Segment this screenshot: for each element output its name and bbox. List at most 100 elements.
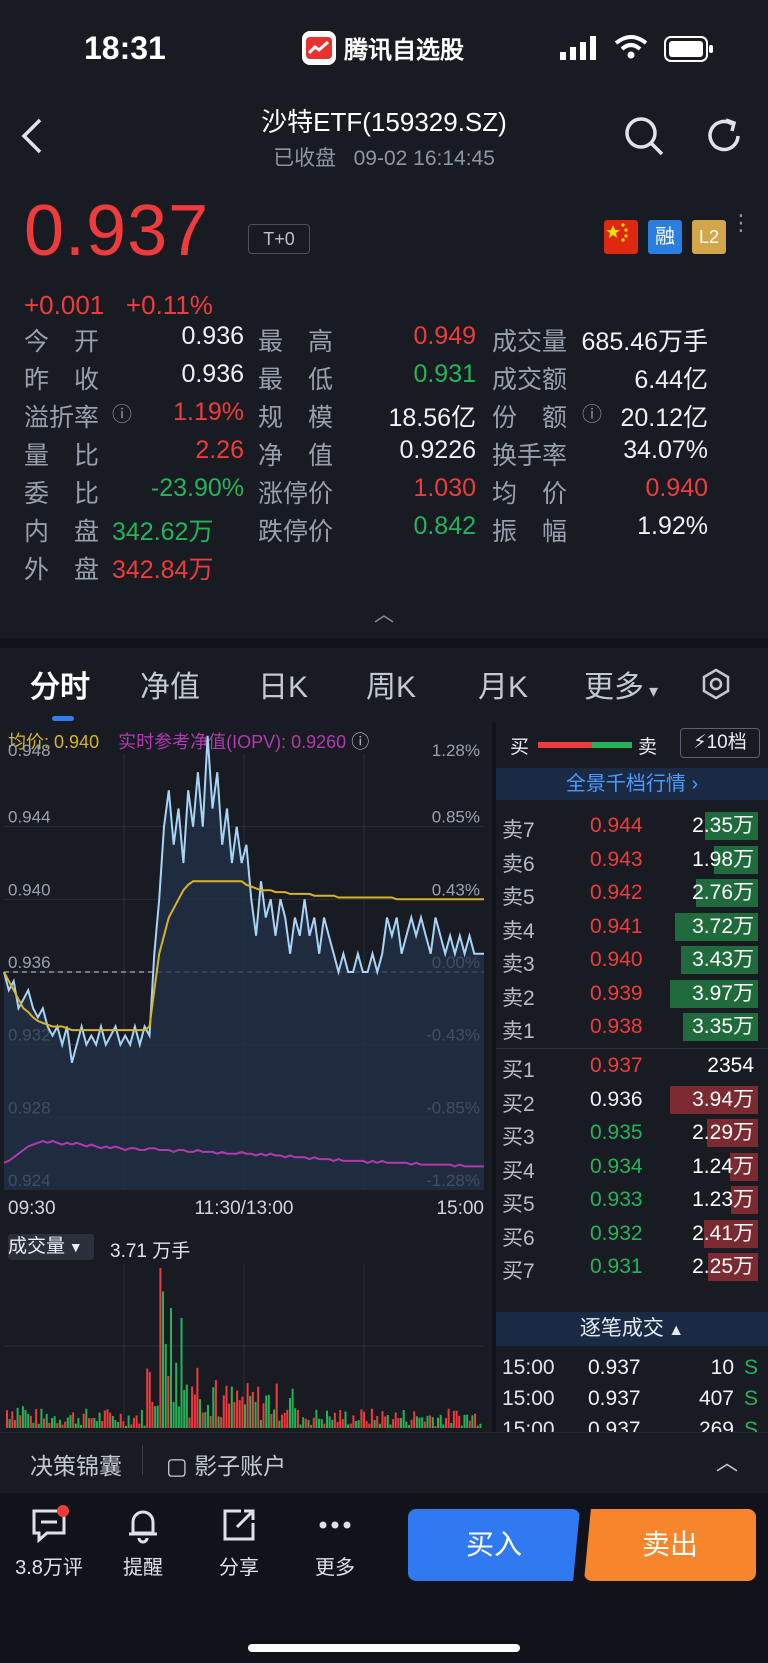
stat-label: 份 额 bbox=[492, 404, 568, 432]
l2-badge[interactable]: L2 bbox=[692, 220, 726, 254]
bid-level-row[interactable]: 买6 0.932 2.41万 bbox=[496, 1218, 768, 1252]
alert-label: 提醒 bbox=[123, 1557, 163, 1579]
more-dots-icon[interactable]: ⋮ bbox=[730, 212, 752, 234]
volume-bar bbox=[439, 1414, 442, 1428]
volume-bar bbox=[222, 1395, 225, 1428]
stat-label: 委 比 bbox=[24, 480, 100, 508]
volume-bar bbox=[56, 1423, 59, 1428]
volume-bar bbox=[468, 1420, 471, 1428]
panorama-button[interactable]: 全景千档行情 › bbox=[496, 768, 768, 800]
bid-level-row[interactable]: 买2 0.936 3.94万 bbox=[496, 1084, 768, 1118]
comments-button[interactable]: 3.8万评 bbox=[4, 1505, 94, 1580]
volume-bar bbox=[58, 1419, 61, 1428]
home-indicator[interactable] bbox=[248, 1644, 520, 1652]
tick-time: 15:00 bbox=[502, 1356, 555, 1379]
ask-level-row[interactable]: 卖1 0.938 3.35万 bbox=[496, 1011, 768, 1045]
volume-bar bbox=[106, 1409, 109, 1428]
levels-button[interactable]: ⚡10档 bbox=[680, 728, 760, 758]
more-button[interactable]: 更多 bbox=[290, 1505, 380, 1580]
buy-ratio-bar bbox=[538, 742, 592, 748]
bid-level-row[interactable]: 买1 0.937 2354 bbox=[496, 1050, 768, 1084]
level-price: 0.942 bbox=[590, 881, 643, 904]
tab-more[interactable]: 更多 ▾ bbox=[584, 662, 658, 706]
volume-bar bbox=[405, 1421, 408, 1428]
gear-icon bbox=[702, 668, 730, 700]
volume-bar bbox=[241, 1396, 244, 1428]
share-button[interactable]: 分享 bbox=[194, 1505, 284, 1580]
level-label: 卖7 bbox=[502, 819, 535, 842]
decision-kit-link[interactable]: 决策锦囊 bbox=[30, 1447, 122, 1481]
search-button[interactable] bbox=[622, 114, 666, 158]
tab-nav[interactable]: 净值 bbox=[140, 662, 200, 706]
bid-level-row[interactable]: 买3 0.935 2.29万 bbox=[496, 1117, 768, 1151]
volume-bar bbox=[445, 1418, 447, 1428]
battery-icon bbox=[664, 36, 714, 67]
volume-bar bbox=[183, 1389, 186, 1428]
share-label: 分享 bbox=[219, 1557, 259, 1579]
ask-level-row[interactable]: 卖6 0.943 1.98万 bbox=[496, 844, 768, 878]
volume-bar bbox=[400, 1418, 402, 1428]
volume-bar bbox=[40, 1408, 43, 1428]
shadow-account-link[interactable]: ▢ 影子账户 bbox=[166, 1447, 286, 1481]
collapse-caret-icon[interactable]: ︿ bbox=[374, 598, 394, 627]
ask-level-row[interactable]: 卖4 0.941 3.72万 bbox=[496, 911, 768, 945]
volume-value: 3.71 万手 bbox=[110, 1241, 191, 1262]
volume-bar bbox=[170, 1308, 172, 1428]
change-percent: +0.11% bbox=[125, 290, 213, 320]
tick-price: 0.937 bbox=[588, 1387, 641, 1410]
level-label: 买4 bbox=[502, 1159, 535, 1183]
volume-bar bbox=[410, 1419, 413, 1428]
tick-trades-header[interactable]: 逐笔成交 ▲ bbox=[496, 1312, 768, 1346]
volume-bar bbox=[85, 1408, 88, 1428]
ask-level-row[interactable]: 卖2 0.939 3.97万 bbox=[496, 978, 768, 1012]
volume-bar bbox=[64, 1421, 67, 1428]
info-icon[interactable]: ⓘ bbox=[582, 398, 602, 427]
bid-level-row[interactable]: 买7 0.931 2.25万 bbox=[496, 1251, 768, 1285]
volume-bar bbox=[51, 1418, 53, 1428]
level-label: 卖6 bbox=[502, 852, 535, 876]
volume-bar bbox=[98, 1412, 101, 1428]
margin-badge[interactable]: 融 bbox=[648, 220, 682, 254]
china-flag-icon[interactable] bbox=[604, 220, 638, 254]
volume-bar bbox=[389, 1424, 392, 1428]
lightning-icon: ⚡ bbox=[693, 732, 707, 753]
ask-level-row[interactable]: 卖7 0.944 2.35万 bbox=[496, 810, 768, 844]
bid-level-row[interactable]: 买4 0.934 1.24万 bbox=[496, 1151, 768, 1185]
tab-daily-k[interactable]: 日K bbox=[258, 662, 308, 706]
bottom-strip: 决策锦囊 ▢ 影子账户 ︿ bbox=[0, 1432, 768, 1493]
intraday-chart[interactable]: 均价: 0.940 实时参考净值(IOPV): 0.9260 ⓘ 0.948 1.… bbox=[0, 722, 492, 1442]
sell-button[interactable]: 卖出 bbox=[584, 1509, 756, 1581]
stat-value: 685.46万手 bbox=[581, 328, 708, 356]
alert-button[interactable]: 提醒 bbox=[98, 1505, 188, 1580]
expand-caret-icon[interactable]: ︿ bbox=[716, 1445, 738, 1477]
volume-bar bbox=[320, 1419, 323, 1428]
volume-bar bbox=[138, 1423, 141, 1428]
volume-bar bbox=[125, 1425, 127, 1428]
refresh-button[interactable] bbox=[702, 114, 746, 158]
level-volume: 1.23万 bbox=[692, 1188, 754, 1211]
volume-selector[interactable]: 成交量 ▼ bbox=[8, 1234, 94, 1260]
bid-level-row[interactable]: 买5 0.933 1.23万 bbox=[496, 1184, 768, 1218]
level-volume: 3.72万 bbox=[692, 914, 754, 938]
tab-monthly-k[interactable]: 月K bbox=[478, 662, 528, 706]
settings-button[interactable] bbox=[700, 668, 732, 705]
level-volume: 2.41万 bbox=[692, 1221, 754, 1245]
ask-level-row[interactable]: 卖5 0.942 2.76万 bbox=[496, 877, 768, 911]
volume-bar bbox=[476, 1425, 479, 1428]
buy-button[interactable]: 买入 bbox=[408, 1509, 580, 1581]
volume-bar bbox=[323, 1423, 326, 1428]
info-icon[interactable]: ⓘ bbox=[112, 398, 132, 427]
volume-bar bbox=[244, 1404, 246, 1428]
stat-label: 振 幅 bbox=[492, 518, 568, 546]
ask-level-row[interactable]: 卖3 0.940 3.43万 bbox=[496, 944, 768, 978]
tab-intraday[interactable]: 分时 bbox=[30, 662, 90, 706]
comment-icon bbox=[32, 1505, 69, 1544]
volume-bar bbox=[413, 1411, 416, 1428]
volume-bar bbox=[434, 1426, 437, 1428]
volume-bar bbox=[80, 1425, 82, 1428]
tab-weekly-k[interactable]: 周K bbox=[366, 662, 416, 706]
volume-bar bbox=[135, 1415, 138, 1428]
volume-bar bbox=[209, 1415, 212, 1428]
volume-bar bbox=[191, 1386, 194, 1428]
level-price: 0.941 bbox=[590, 914, 643, 938]
